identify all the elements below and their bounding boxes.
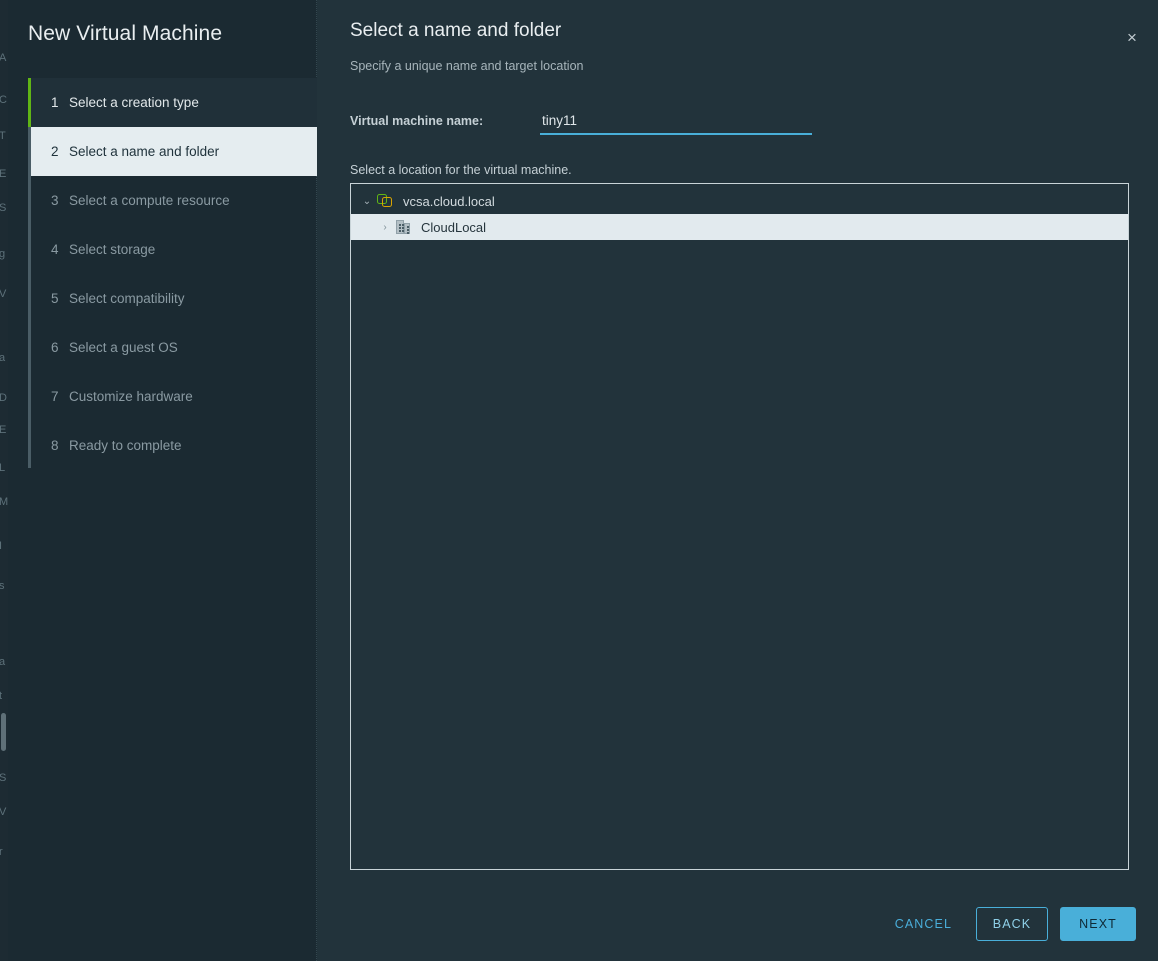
tree-node-cloudlocal[interactable]: › CloudLocal: [351, 214, 1128, 240]
step-label: Select a compute resource: [69, 193, 230, 208]
location-tree-panel[interactable]: ⌄ vcsa.cloud.local › CloudLocal: [350, 183, 1129, 870]
wizard-step-4[interactable]: 4Select storage: [28, 225, 317, 274]
chevron-down-icon[interactable]: ⌄: [357, 196, 377, 207]
step-number: 7: [51, 389, 69, 404]
background-text-fragment: L: [0, 462, 5, 474]
wizard-step-5[interactable]: 5Select compatibility: [28, 274, 317, 323]
background-text-fragment: a: [0, 656, 5, 668]
close-icon[interactable]: ×: [1119, 24, 1145, 50]
page-subtitle: Specify a unique name and target locatio…: [350, 59, 584, 73]
wizard-step-8[interactable]: 8Ready to complete: [28, 421, 317, 470]
background-app-strip: A C T E Sg Va D E L M Is a t S Vr: [0, 0, 8, 961]
background-text-fragment: g: [0, 248, 5, 260]
wizard-step-1[interactable]: 1Select a creation type: [28, 78, 317, 127]
step-label: Customize hardware: [69, 389, 193, 404]
step-number: 3: [51, 193, 69, 208]
wizard-step-3[interactable]: 3Select a compute resource: [28, 176, 317, 225]
step-number: 8: [51, 438, 69, 453]
step-label: Select compatibility: [69, 291, 185, 306]
background-text-fragment: I: [0, 540, 2, 552]
step-number: 1: [51, 95, 69, 110]
wizard-step-6[interactable]: 6Select a guest OS: [28, 323, 317, 372]
chevron-right-icon[interactable]: ›: [375, 222, 395, 233]
background-text-fragment: V: [0, 288, 6, 300]
background-text-fragment: a: [0, 352, 5, 364]
background-text-fragment: r: [0, 846, 3, 858]
wizard-sidebar: New Virtual Machine 1Select a creation t…: [8, 0, 317, 961]
step-label: Select a name and folder: [69, 144, 219, 159]
background-text-fragment: t: [0, 690, 2, 702]
tree-node-vcsa-cloud-local[interactable]: ⌄ vcsa.cloud.local: [351, 188, 1128, 214]
virtual-machine-name-input[interactable]: [540, 110, 812, 135]
background-text-fragment: D: [0, 392, 7, 404]
background-text-fragment: E: [0, 424, 6, 436]
step-number: 4: [51, 242, 69, 257]
step-label: Select a guest OS: [69, 340, 178, 355]
background-text-fragment: V: [0, 806, 6, 818]
background-text-fragment: S: [0, 202, 6, 214]
wizard-main-panel: Select a name and folder Specify a uniqu…: [317, 0, 1158, 961]
tree-node-label: vcsa.cloud.local: [403, 194, 495, 209]
background-scrollbar[interactable]: [1, 713, 6, 751]
new-virtual-machine-wizard: New Virtual Machine 1Select a creation t…: [8, 0, 1158, 961]
step-number: 2: [51, 144, 69, 159]
virtual-machine-name-row: Virtual machine name:: [350, 110, 1130, 140]
datacenter-icon: [395, 219, 413, 235]
location-tree-label: Select a location for the virtual machin…: [350, 163, 572, 177]
step-number: 6: [51, 340, 69, 355]
wizard-step-7[interactable]: 7Customize hardware: [28, 372, 317, 421]
wizard-title: New Virtual Machine: [28, 22, 222, 46]
wizard-footer: CANCEL BACK NEXT: [883, 907, 1136, 941]
background-text-fragment: S: [0, 772, 6, 784]
tree-node-label: CloudLocal: [421, 220, 486, 235]
background-text-fragment: s: [0, 580, 5, 592]
wizard-step-2[interactable]: 2Select a name and folder: [31, 127, 317, 176]
step-label: Select storage: [69, 242, 155, 257]
background-text-fragment: M: [0, 496, 8, 508]
back-button[interactable]: BACK: [976, 907, 1048, 941]
next-button[interactable]: NEXT: [1060, 907, 1136, 941]
cancel-button[interactable]: CANCEL: [883, 907, 964, 941]
background-text-fragment: A: [0, 52, 6, 64]
step-number: 5: [51, 291, 69, 306]
page-title: Select a name and folder: [350, 20, 561, 42]
step-label: Ready to complete: [69, 438, 182, 453]
background-text-fragment: E: [0, 168, 6, 180]
background-text-fragment: C: [0, 94, 7, 106]
background-text-fragment: T: [0, 130, 6, 142]
step-label: Select a creation type: [69, 95, 199, 110]
vcenter-icon: [377, 193, 395, 209]
wizard-step-list: 1Select a creation type2Select a name an…: [28, 78, 317, 470]
virtual-machine-name-label: Virtual machine name:: [350, 114, 483, 128]
